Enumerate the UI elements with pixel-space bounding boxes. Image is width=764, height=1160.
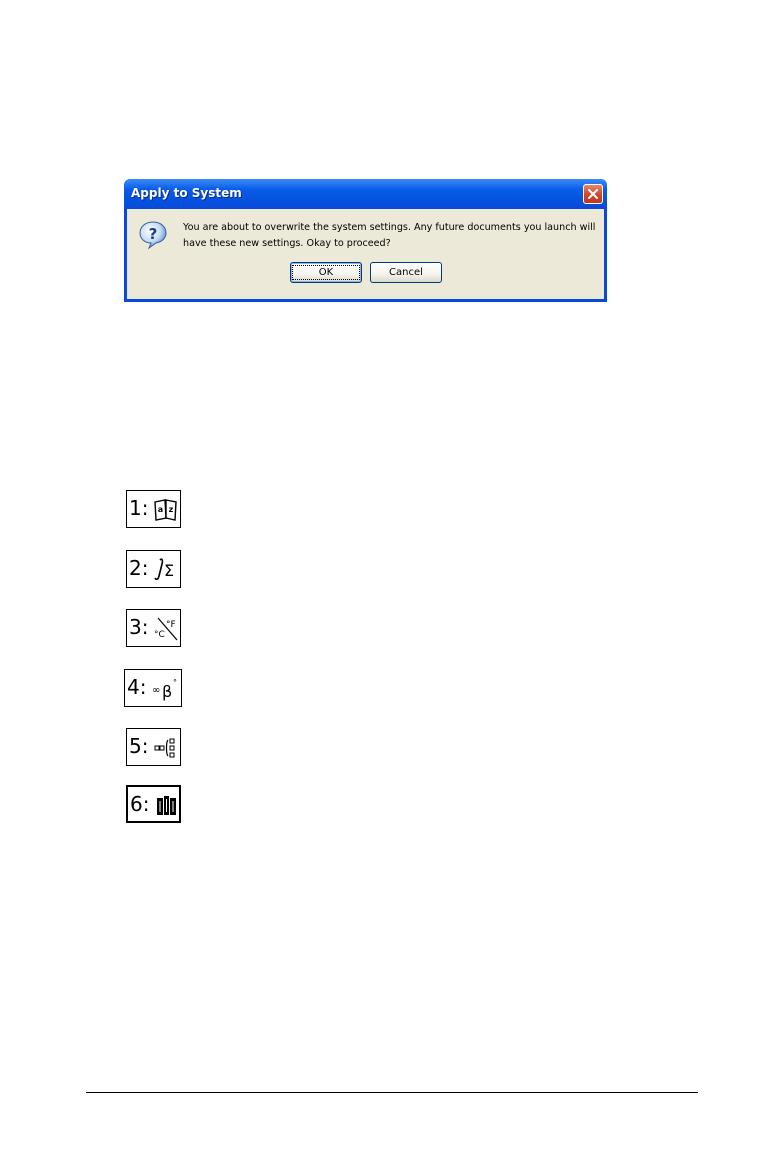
svg-text:?: ? <box>149 225 158 243</box>
menu-item-number: 6: <box>130 792 150 816</box>
menu-item-number: 3: <box>129 615 149 639</box>
dialog-body: ? You are about to overwrite the system … <box>127 209 604 299</box>
menu-item-catalog[interactable]: 1: a z <box>126 490 181 528</box>
ok-button-label: OK <box>291 265 361 280</box>
menu-item-number: 4: <box>127 675 147 699</box>
menu-item-number: 1: <box>129 496 149 520</box>
ok-button[interactable]: OK <box>290 262 362 283</box>
symbols-icon: ∞ β ° <box>152 678 177 701</box>
menu-item-symbols[interactable]: 4: ∞ β ° <box>124 669 182 707</box>
question-icon: ? <box>139 221 167 250</box>
math-expression-templates-icon <box>154 738 175 758</box>
svg-text:∞: ∞ <box>152 685 160 696</box>
math-templates-icon: Σ <box>154 558 174 581</box>
dialog-titlebar[interactable]: Apply to System <box>124 179 607 209</box>
menu-item-number: 2: <box>129 556 149 580</box>
unit-conversion-icon: °C °F <box>154 617 178 641</box>
menu-item-expression-templates[interactable]: 5: <box>126 728 181 766</box>
catalog-book-icon: a z <box>154 499 177 521</box>
svg-text:°: ° <box>173 678 177 687</box>
svg-text:°C: °C <box>154 630 165 640</box>
svg-text:β: β <box>162 682 172 701</box>
svg-text:Σ: Σ <box>164 561 174 580</box>
menu-item-math-templates[interactable]: 2: Σ <box>126 550 181 588</box>
menu-item-unit-conversion[interactable]: 3: °C °F <box>126 609 181 647</box>
menu-item-number: 5: <box>129 734 149 758</box>
apply-to-system-dialog: Apply to System ? You are about to overw… <box>124 179 607 302</box>
footer-rule <box>86 1092 698 1093</box>
close-icon <box>588 189 598 199</box>
dialog-title: Apply to System <box>131 186 242 200</box>
dialog-message: You are about to overwrite the system se… <box>183 222 596 249</box>
cancel-button[interactable]: Cancel <box>370 262 442 283</box>
close-button[interactable] <box>583 184 603 204</box>
menu-item-libraries[interactable]: 6: <box>126 785 181 823</box>
svg-text:z: z <box>169 505 174 514</box>
libraries-icon <box>157 796 176 815</box>
svg-text:a: a <box>158 505 163 514</box>
